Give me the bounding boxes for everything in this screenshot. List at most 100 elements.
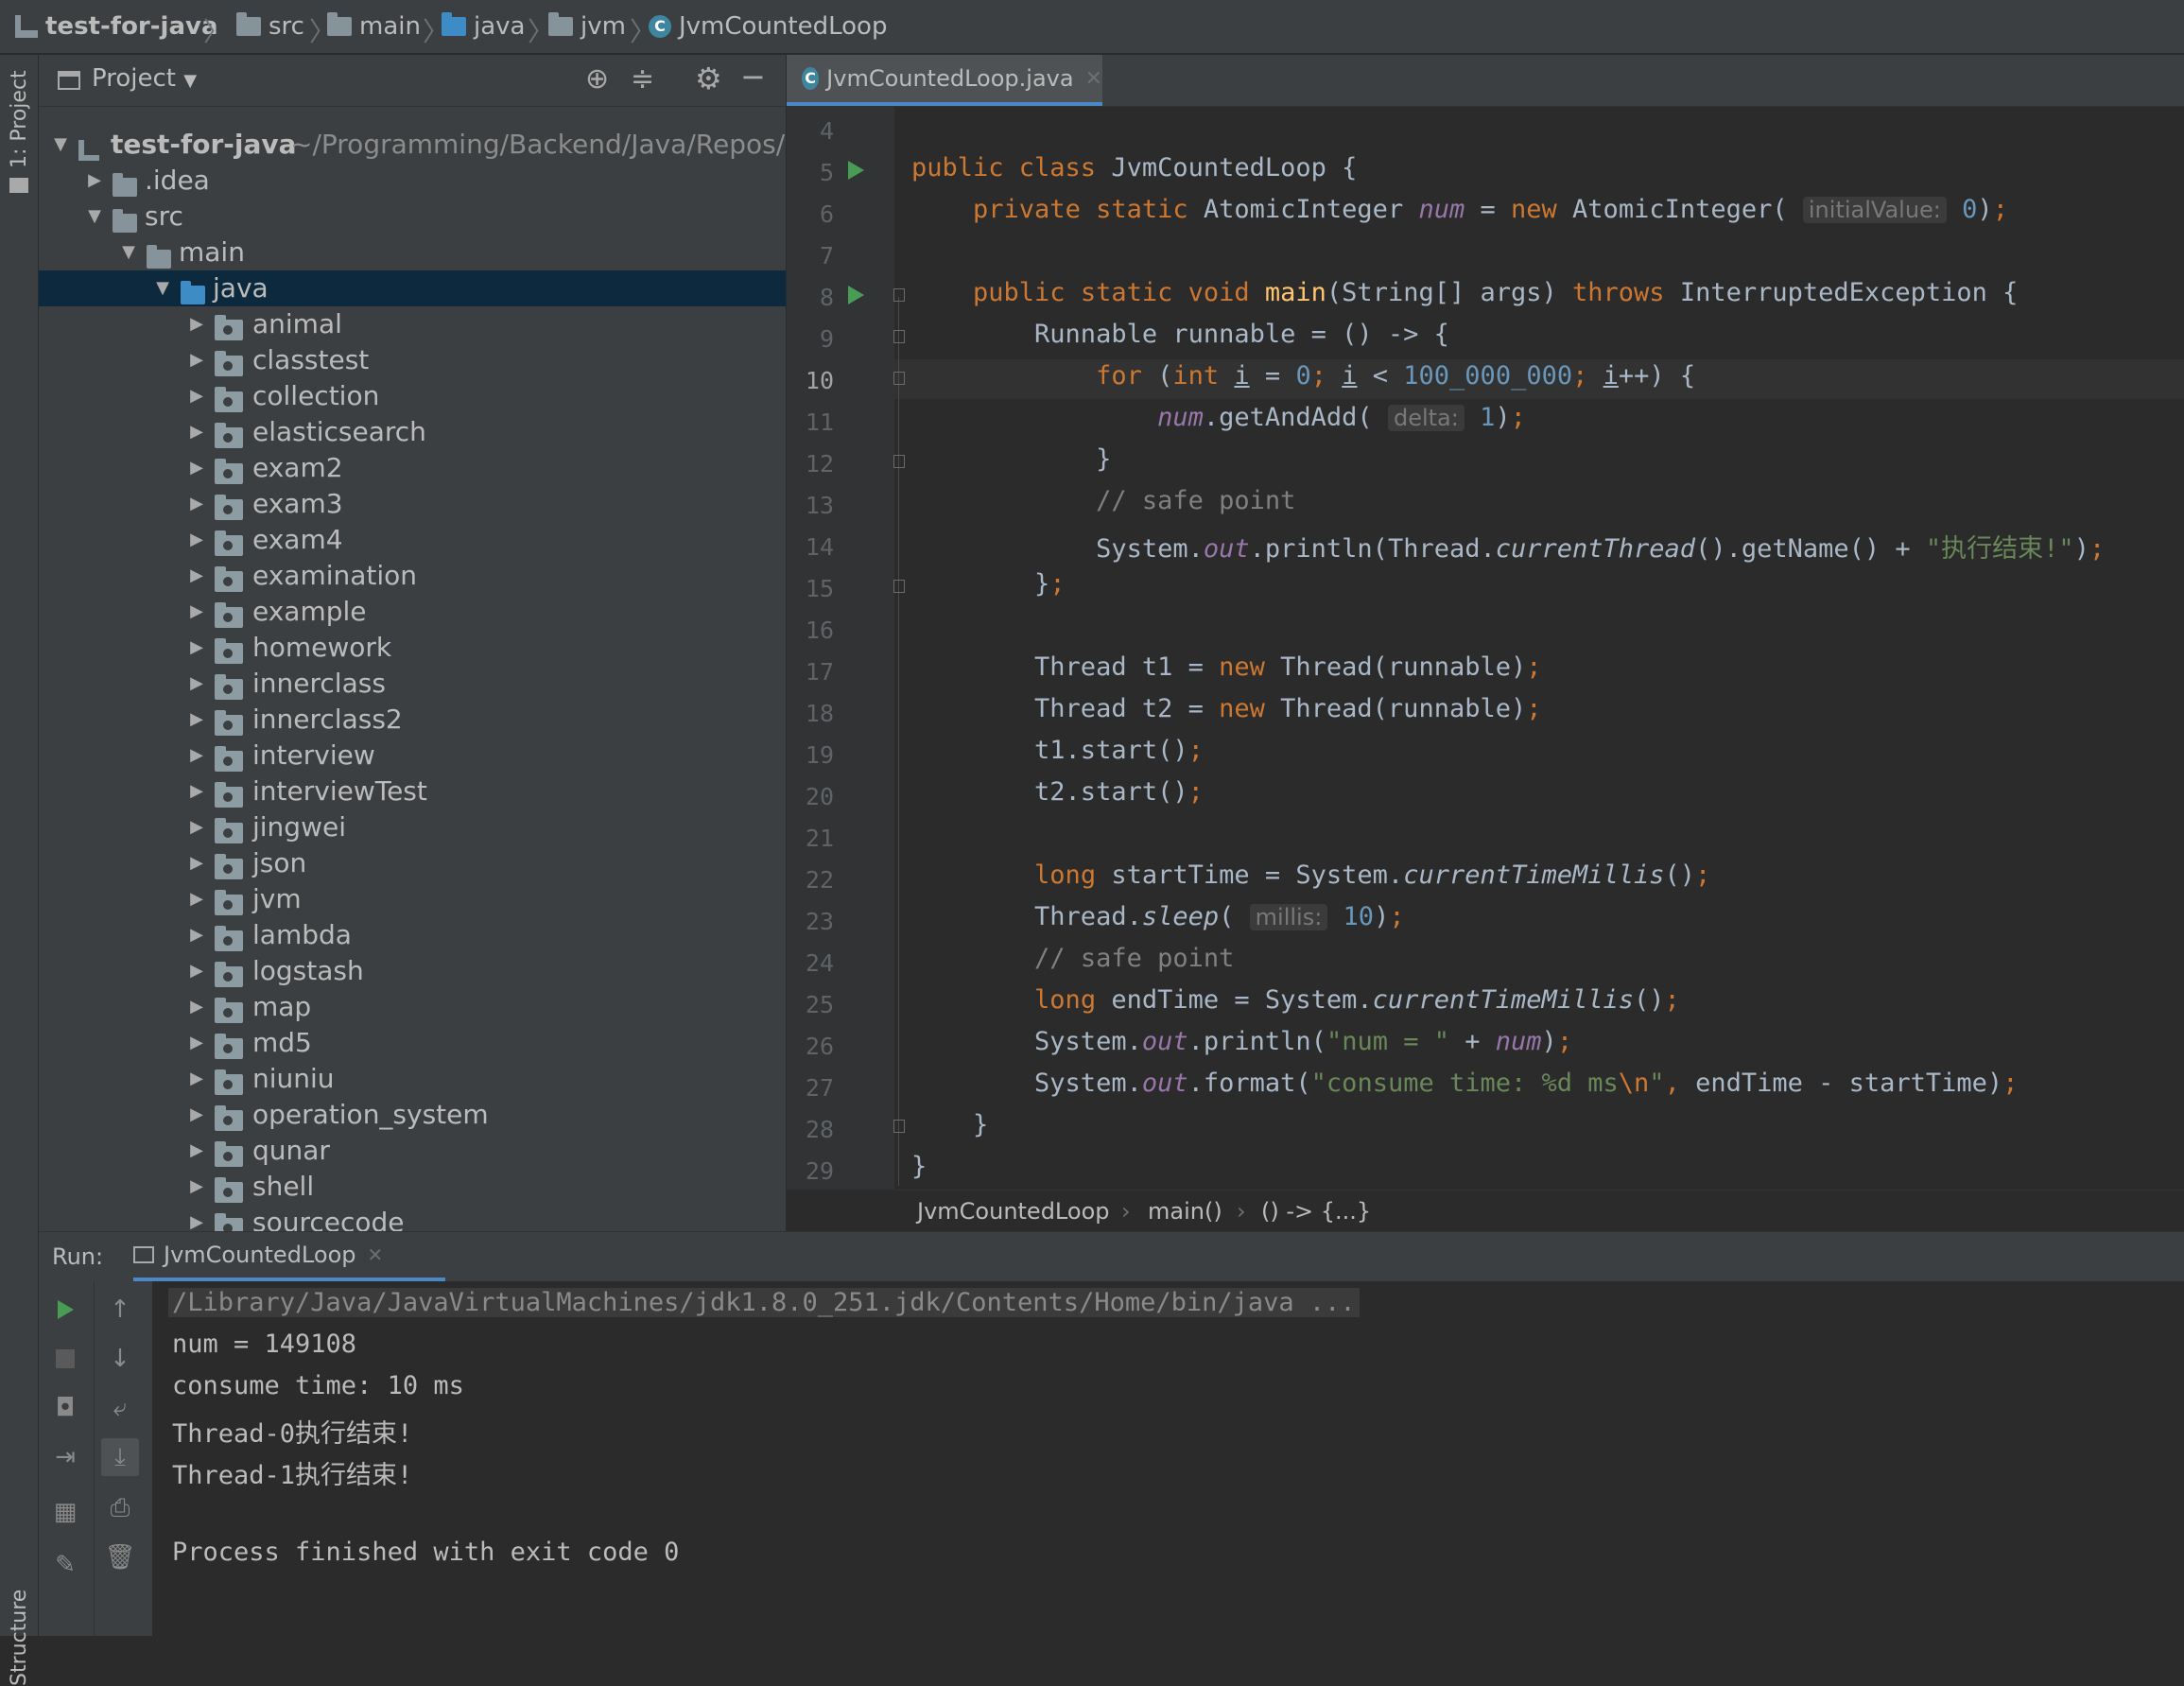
collapsed-arrow-icon[interactable]: ▶ xyxy=(186,558,207,594)
collapsed-arrow-icon[interactable]: ▶ xyxy=(186,917,207,953)
exit-icon[interactable]: ⇥ xyxy=(50,1442,80,1472)
fold-marker[interactable] xyxy=(893,455,905,468)
collapsed-arrow-icon[interactable]: ▶ xyxy=(186,306,207,342)
tree-row-example[interactable]: ▶ example xyxy=(39,594,786,630)
collapsed-arrow-icon[interactable]: ▶ xyxy=(186,702,207,738)
tree-row-classtest[interactable]: ▶ classtest xyxy=(39,342,786,378)
camera-icon[interactable]: ◘ xyxy=(50,1393,80,1423)
tree-row-map[interactable]: ▶ map xyxy=(39,989,786,1025)
collapsed-arrow-icon[interactable]: ▶ xyxy=(186,378,207,414)
fold-marker[interactable] xyxy=(893,372,905,385)
tree-row-exam4[interactable]: ▶ exam4 xyxy=(39,522,786,558)
tree-row-niuniu[interactable]: ▶ niuniu xyxy=(39,1061,786,1097)
collapsed-arrow-icon[interactable]: ▶ xyxy=(84,163,105,199)
tree-row-qunar[interactable]: ▶ qunar xyxy=(39,1133,786,1169)
collapsed-arrow-icon[interactable]: ▶ xyxy=(186,1097,207,1133)
tree-row-java[interactable]: ▼ java xyxy=(39,270,786,306)
tree-row-elasticsearch[interactable]: ▶ elasticsearch xyxy=(39,414,786,450)
collapsed-arrow-icon[interactable]: ▶ xyxy=(186,414,207,450)
collapsed-arrow-icon[interactable]: ▶ xyxy=(186,989,207,1025)
layout-icon[interactable]: ▦ xyxy=(50,1497,80,1527)
structure-tool-button[interactable]: Structure xyxy=(8,1590,31,1686)
run-class-icon[interactable] xyxy=(848,161,864,180)
soft-wrap-icon[interactable]: ⤶ xyxy=(105,1393,135,1423)
tree-row-jvm[interactable]: ▶ jvm xyxy=(39,881,786,917)
collapsed-arrow-icon[interactable]: ▶ xyxy=(186,1205,207,1231)
collapsed-arrow-icon[interactable]: ▶ xyxy=(186,738,207,773)
tree-row-exam2[interactable]: ▶ exam2 xyxy=(39,450,786,486)
collapsed-arrow-icon[interactable]: ▶ xyxy=(186,1133,207,1169)
console-command-line[interactable]: /Library/Java/JavaVirtualMachines/jdk1.8… xyxy=(168,1288,1360,1317)
rerun-icon[interactable] xyxy=(58,1300,74,1319)
tree-row-animal[interactable]: ▶ animal xyxy=(39,306,786,342)
gear-icon[interactable]: ⚙ xyxy=(695,61,722,96)
trash-icon[interactable]: 🗑 xyxy=(105,1542,136,1573)
collapsed-arrow-icon[interactable]: ▶ xyxy=(186,809,207,845)
pin-icon[interactable]: ✎ xyxy=(50,1550,80,1580)
run-main-icon[interactable] xyxy=(848,286,864,304)
tree-row-lambda[interactable]: ▶ lambda xyxy=(39,917,786,953)
run-tab[interactable]: JvmCountedLoop ✕ xyxy=(133,1232,445,1281)
expanded-arrow-icon[interactable]: ▼ xyxy=(84,199,105,235)
tree-row-test-for-java[interactable]: ▼ test-for-java ~/Programming/Backend/Java… xyxy=(39,127,786,163)
collapsed-arrow-icon[interactable]: ▶ xyxy=(186,630,207,666)
close-icon[interactable]: ✕ xyxy=(1085,67,1102,91)
breadcrumb-class[interactable]: JvmCountedLoop xyxy=(917,1198,1109,1225)
tree-row-homework[interactable]: ▶ homework xyxy=(39,630,786,666)
tree-row-logstash[interactable]: ▶ logstash xyxy=(39,953,786,989)
collapsed-arrow-icon[interactable]: ▶ xyxy=(186,1025,207,1061)
crumb-main[interactable]: main xyxy=(327,0,421,53)
tree-row-main[interactable]: ▼ main xyxy=(39,235,786,270)
collapsed-arrow-icon[interactable]: ▶ xyxy=(186,486,207,522)
expanded-arrow-icon[interactable]: ▼ xyxy=(118,235,139,270)
tree-row-idea[interactable]: ▶ .idea xyxy=(39,163,786,199)
collapsed-arrow-icon[interactable]: ▶ xyxy=(186,881,207,917)
tree-row-interviewtest[interactable]: ▶ interviewTest xyxy=(39,773,786,809)
collapsed-arrow-icon[interactable]: ▶ xyxy=(186,594,207,630)
tree-row-collection[interactable]: ▶ collection xyxy=(39,378,786,414)
collapsed-arrow-icon[interactable]: ▶ xyxy=(186,666,207,702)
stop-icon[interactable] xyxy=(56,1349,75,1368)
fold-marker[interactable] xyxy=(893,580,905,593)
collapsed-arrow-icon[interactable]: ▶ xyxy=(186,1061,207,1097)
up-arrow-icon[interactable]: ↑ xyxy=(105,1295,135,1325)
collapsed-arrow-icon[interactable]: ▶ xyxy=(186,522,207,558)
expanded-arrow-icon[interactable]: ▼ xyxy=(50,127,71,163)
crumb-jvm[interactable]: jvm xyxy=(548,0,626,53)
close-icon[interactable]: ✕ xyxy=(367,1243,383,1266)
crumb-class[interactable]: C JvmCountedLoop xyxy=(649,0,887,53)
crumb-src[interactable]: src xyxy=(236,0,304,53)
collapsed-arrow-icon[interactable]: ▶ xyxy=(186,1169,207,1205)
breadcrumb-lambda[interactable]: () -> {...} xyxy=(1261,1198,1371,1225)
crumb-java[interactable]: java xyxy=(442,0,525,53)
tab-jvmcountedloop[interactable]: C JvmCountedLoop.java ✕ xyxy=(787,55,1102,106)
collapsed-arrow-icon[interactable]: ▶ xyxy=(186,342,207,378)
down-arrow-icon[interactable]: ↓ xyxy=(105,1344,135,1374)
tree-row-exam3[interactable]: ▶ exam3 xyxy=(39,486,786,522)
fold-marker[interactable] xyxy=(893,330,905,343)
breadcrumb-method[interactable]: main() xyxy=(1148,1198,1222,1225)
tree-row-shell[interactable]: ▶ shell xyxy=(39,1169,786,1205)
crumb-project[interactable]: test-for-java xyxy=(15,0,218,53)
scroll-to-end-icon[interactable]: ⤓ xyxy=(101,1438,139,1476)
project-tool-button[interactable]: 1: Project xyxy=(8,70,31,168)
collapsed-arrow-icon[interactable]: ▶ xyxy=(186,450,207,486)
print-icon[interactable]: ⎙ xyxy=(105,1493,135,1523)
tree-row-src[interactable]: ▼ src xyxy=(39,199,786,235)
locate-icon[interactable]: ⊕ xyxy=(585,62,609,96)
tree-row-jingwei[interactable]: ▶ jingwei xyxy=(39,809,786,845)
tree-row-innerclass[interactable]: ▶ innerclass xyxy=(39,666,786,702)
minimize-icon[interactable]: − xyxy=(740,59,766,95)
tree-row-sourcecode[interactable]: ▶ sourcecode xyxy=(39,1205,786,1231)
project-view-selector[interactable]: Project ▼ xyxy=(92,64,197,93)
fold-marker[interactable] xyxy=(893,1120,905,1133)
tree-row-md5[interactable]: ▶ md5 xyxy=(39,1025,786,1061)
expanded-arrow-icon[interactable]: ▼ xyxy=(152,270,173,306)
tree-row-examination[interactable]: ▶ examination xyxy=(39,558,786,594)
collapsed-arrow-icon[interactable]: ▶ xyxy=(186,953,207,989)
tree-row-innerclass2[interactable]: ▶ innerclass2 xyxy=(39,702,786,738)
collapsed-arrow-icon[interactable]: ▶ xyxy=(186,773,207,809)
collapse-all-icon[interactable]: ≑ xyxy=(631,62,654,96)
collapsed-arrow-icon[interactable]: ▶ xyxy=(186,845,207,881)
console-output[interactable] xyxy=(152,1281,2184,1636)
